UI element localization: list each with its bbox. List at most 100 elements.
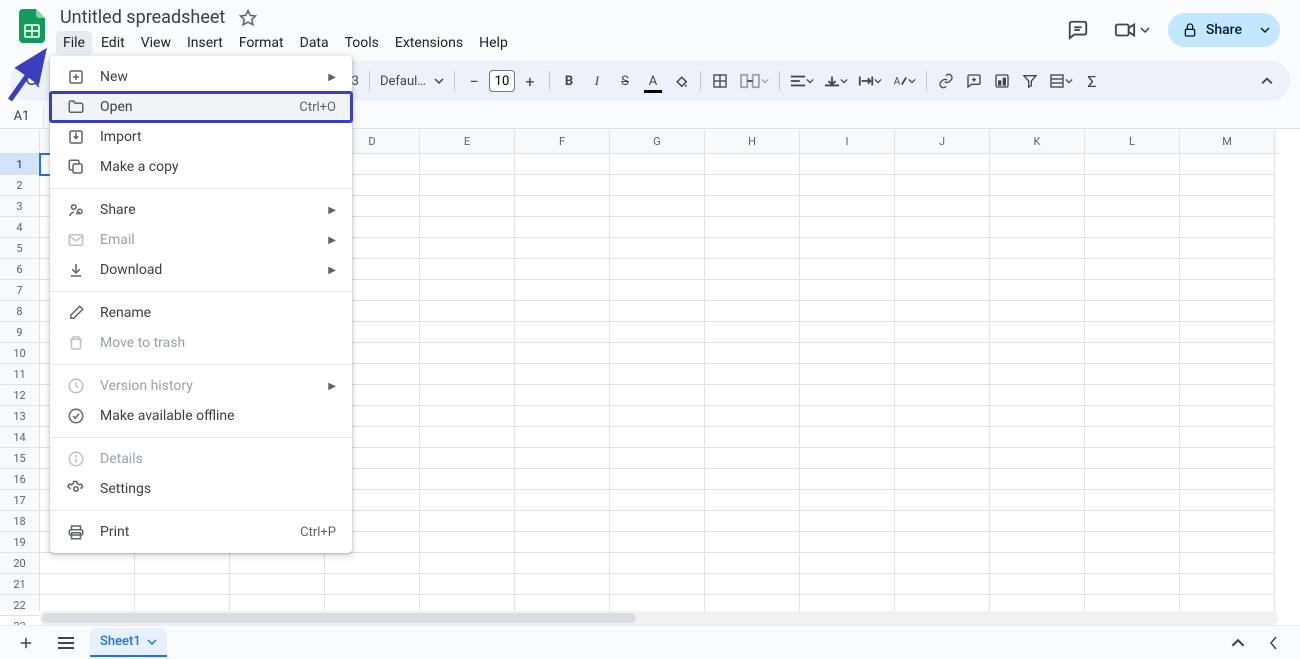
cell[interactable] (895, 301, 990, 322)
cell[interactable] (610, 259, 705, 280)
cell[interactable] (1085, 175, 1180, 196)
cell[interactable] (800, 322, 895, 343)
cell[interactable] (610, 511, 705, 532)
cell[interactable] (420, 217, 515, 238)
cell[interactable] (895, 385, 990, 406)
cell[interactable] (515, 490, 610, 511)
cell[interactable] (420, 553, 515, 574)
valign-button[interactable] (820, 67, 852, 95)
cell[interactable] (1180, 385, 1275, 406)
cell[interactable] (800, 175, 895, 196)
cell[interactable] (990, 532, 1085, 553)
cell[interactable] (800, 238, 895, 259)
row-header[interactable]: 11 (0, 364, 39, 385)
fontsize-increase[interactable]: + (517, 67, 543, 95)
row-header[interactable]: 17 (0, 490, 39, 511)
cell[interactable] (705, 301, 800, 322)
row-header[interactable]: 12 (0, 385, 39, 406)
cell[interactable] (895, 469, 990, 490)
cell[interactable] (610, 343, 705, 364)
cell[interactable] (800, 259, 895, 280)
cell[interactable] (610, 322, 705, 343)
comment-button[interactable] (961, 67, 987, 95)
cell[interactable] (990, 448, 1085, 469)
cell[interactable] (610, 217, 705, 238)
cell[interactable] (990, 196, 1085, 217)
cell[interactable] (325, 574, 420, 595)
cell[interactable] (705, 343, 800, 364)
cell[interactable] (1085, 301, 1180, 322)
cell[interactable] (420, 469, 515, 490)
cell[interactable] (1085, 553, 1180, 574)
cell[interactable] (1180, 574, 1275, 595)
cell[interactable] (990, 154, 1085, 175)
all-sheets-button[interactable] (50, 629, 82, 657)
search-menus[interactable] (20, 67, 46, 95)
cell[interactable] (895, 322, 990, 343)
cell[interactable] (895, 343, 990, 364)
cell[interactable] (135, 553, 230, 574)
halign-button[interactable] (786, 67, 818, 95)
cell[interactable] (1085, 469, 1180, 490)
row-header[interactable]: 21 (0, 574, 39, 595)
menu-file[interactable]: File (56, 31, 92, 55)
cell[interactable] (40, 553, 135, 574)
cell[interactable] (610, 238, 705, 259)
select-all-corner[interactable] (0, 130, 40, 154)
cell[interactable] (515, 196, 610, 217)
cell[interactable] (515, 154, 610, 175)
cell[interactable] (800, 385, 895, 406)
fill-color-button[interactable] (668, 67, 694, 95)
cell[interactable] (800, 511, 895, 532)
row-header[interactable]: 6 (0, 259, 39, 280)
cell[interactable] (895, 532, 990, 553)
menu-insert[interactable]: Insert (180, 31, 230, 55)
col-header[interactable]: F (515, 130, 610, 153)
menu-data[interactable]: Data (293, 31, 336, 55)
cell[interactable] (420, 427, 515, 448)
text-color-button[interactable]: A (640, 67, 666, 95)
cell[interactable] (610, 364, 705, 385)
cell[interactable] (420, 385, 515, 406)
cell[interactable] (610, 574, 705, 595)
cell[interactable] (705, 238, 800, 259)
menu-item-download[interactable]: Download▶ (50, 255, 352, 285)
cell[interactable] (705, 322, 800, 343)
cell[interactable] (705, 574, 800, 595)
row-header[interactable]: 5 (0, 238, 39, 259)
cell[interactable] (895, 406, 990, 427)
cell[interactable] (515, 364, 610, 385)
cell[interactable] (895, 574, 990, 595)
cell[interactable] (1180, 553, 1275, 574)
star-icon[interactable] (239, 9, 257, 27)
vertical-scrollbar[interactable] (1278, 154, 1300, 611)
cell[interactable] (895, 175, 990, 196)
fontsize-input[interactable] (489, 70, 515, 92)
cell[interactable] (1085, 406, 1180, 427)
row-header[interactable]: 10 (0, 343, 39, 364)
cell[interactable] (515, 448, 610, 469)
cell[interactable] (420, 280, 515, 301)
row-header[interactable]: 18 (0, 511, 39, 532)
cell[interactable] (1180, 238, 1275, 259)
menu-item-print[interactable]: PrintCtrl+P (50, 517, 352, 547)
cell[interactable] (1085, 322, 1180, 343)
functions-button[interactable]: Σ (1079, 67, 1105, 95)
cell[interactable] (895, 448, 990, 469)
cell[interactable] (990, 553, 1085, 574)
cell[interactable] (610, 301, 705, 322)
cell[interactable] (800, 406, 895, 427)
cell[interactable] (800, 196, 895, 217)
font-select[interactable]: Defaul… (376, 67, 448, 95)
cell[interactable] (705, 385, 800, 406)
menu-item-settings[interactable]: Settings (50, 474, 352, 504)
cell[interactable] (1180, 448, 1275, 469)
name-box[interactable]: A1 (0, 105, 44, 128)
cell[interactable] (800, 448, 895, 469)
meet-button[interactable] (1108, 12, 1156, 48)
add-sheet-button[interactable] (10, 629, 42, 657)
cell[interactable] (420, 448, 515, 469)
cell[interactable] (895, 280, 990, 301)
collapse-toolbar-button[interactable] (1254, 67, 1280, 95)
italic-button[interactable]: I (584, 67, 610, 95)
